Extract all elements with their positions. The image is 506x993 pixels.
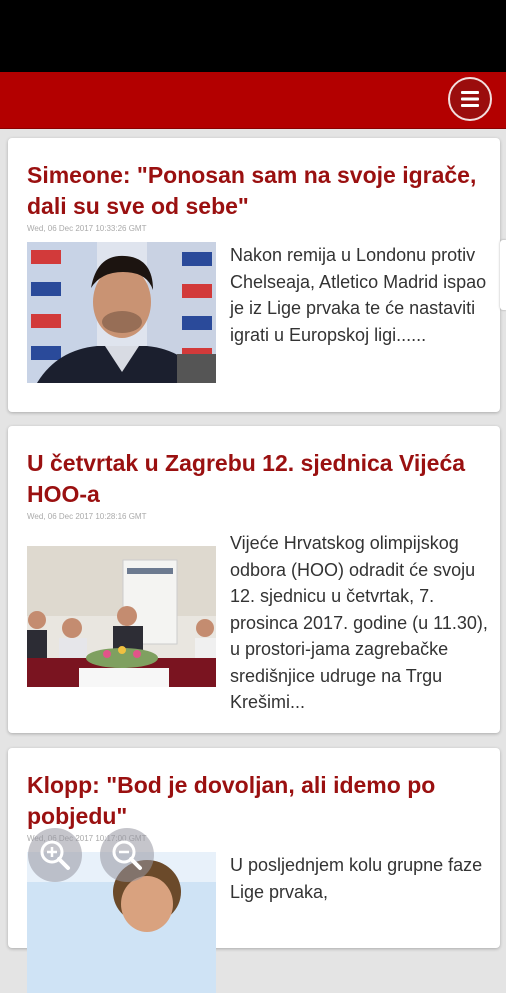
article-title[interactable]: Klopp: "Bod je dovoljan, ali idemo po po…	[27, 748, 481, 832]
council-meeting-photo[interactable]	[27, 546, 216, 687]
article-title[interactable]: Simeone: "Ponosan sam na svoje igrače, d…	[27, 138, 481, 222]
app-bar	[0, 72, 506, 129]
article-snippet: U posljednjem kolu grupne faze Lige prva…	[230, 855, 483, 902]
article-date: Wed, 06 Dec 2017 10:17:00 GMT	[27, 834, 147, 843]
zoom-out-icon	[112, 840, 142, 870]
hamburger-menu-icon	[461, 91, 479, 107]
status-bar	[0, 0, 506, 72]
press-conference-photo[interactable]	[27, 242, 216, 383]
article-date: Wed, 06 Dec 2017 10:28:16 GMT	[27, 512, 147, 521]
news-card[interactable]: Klopp: "Bod je dovoljan, ali idemo po po…	[8, 748, 500, 993]
article-snippet: Nakon remija u Londonu protiv Chelseaja,…	[230, 245, 487, 345]
article-snippet: Vijeće Hrvatskog olimpijskog odbora (HOO…	[230, 533, 488, 712]
menu-button[interactable]	[448, 77, 492, 121]
zoom-in-button[interactable]	[28, 828, 82, 882]
zoom-out-button[interactable]	[100, 828, 154, 882]
article-title[interactable]: U četvrtak u Zagrebu 12. sjednica Vijeća…	[27, 426, 481, 510]
news-card[interactable]: U četvrtak u Zagrebu 12. sjednica Vijeća…	[8, 426, 500, 733]
news-card[interactable]: Simeone: "Ponosan sam na svoje igrače, d…	[8, 138, 500, 412]
scroll-handle[interactable]	[500, 240, 506, 310]
article-date: Wed, 06 Dec 2017 10:33:26 GMT	[27, 224, 147, 233]
zoom-in-icon	[40, 840, 70, 870]
